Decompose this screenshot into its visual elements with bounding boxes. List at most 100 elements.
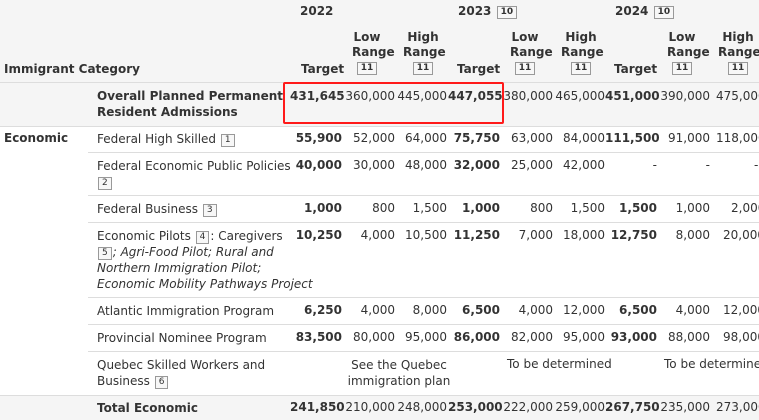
table-cell: 8,000 xyxy=(675,228,710,242)
table-cell: 86,000 xyxy=(453,330,500,344)
high-range-header: High Range 11 xyxy=(561,30,604,75)
table-cell: 12,000 xyxy=(563,303,605,317)
table-cell: 20,000 xyxy=(723,228,759,242)
table-cell: 55,900 xyxy=(295,131,342,145)
footnote-link[interactable]: 5 xyxy=(98,247,112,260)
table-cell: 52,000 xyxy=(353,131,395,145)
footnote-link[interactable]: 11 xyxy=(412,62,434,75)
target-header: Target xyxy=(301,62,345,76)
highlight-box xyxy=(283,82,504,124)
row-divider xyxy=(0,126,759,127)
row-divider xyxy=(88,222,759,223)
footnote-link[interactable]: 6 xyxy=(154,376,169,389)
row-divider xyxy=(88,195,759,196)
row-divider xyxy=(88,297,759,298)
footnote-link[interactable]: 10 xyxy=(496,6,518,19)
row-label: Federal Economic Public Policies 2 xyxy=(97,159,291,190)
table-cell: 253,000 xyxy=(448,400,503,414)
table-cell: 63,000 xyxy=(511,131,553,145)
table-cell: 93,000 xyxy=(610,330,657,344)
table-cell: 380,000 xyxy=(503,89,553,103)
table-cell: - xyxy=(652,158,657,172)
table-cell: 48,000 xyxy=(405,158,447,172)
footnote-link[interactable]: 11 xyxy=(570,62,592,75)
table-cell: 10,250 xyxy=(295,228,342,242)
table-cell: 30,000 xyxy=(353,158,395,172)
table-cell: 111,500 xyxy=(605,131,660,145)
table-cell: 800 xyxy=(372,201,395,215)
total-label: Total Economic xyxy=(97,401,199,415)
table-cell: 4,000 xyxy=(360,303,395,317)
target-header: Target xyxy=(614,62,658,76)
footnote-link[interactable]: 11 xyxy=(514,62,536,75)
table-cell: 222,000 xyxy=(503,400,553,414)
low-range-header: Low Range 11 xyxy=(352,30,395,75)
table-cell: 84,000 xyxy=(563,131,605,145)
table-cell: 1,500 xyxy=(412,201,447,215)
category-economic: Economic xyxy=(4,131,69,145)
table-cell: 2,000 xyxy=(731,201,759,215)
table-cell: 88,000 xyxy=(668,330,710,344)
high-range-header: High Range 11 xyxy=(718,30,759,75)
to-be-determined-2024: To be determined xyxy=(664,357,759,371)
table-cell: 40,000 xyxy=(295,158,342,172)
row-divider xyxy=(0,395,759,396)
quebec-plan-note: See the Quebec immigration plan xyxy=(347,358,451,388)
table-cell: 248,000 xyxy=(397,400,447,414)
table-cell: - xyxy=(754,158,759,172)
footnote-link[interactable]: 10 xyxy=(653,6,675,19)
table-cell: 390,000 xyxy=(660,89,710,103)
table-cell: 475,000 xyxy=(716,89,759,103)
table-cell: 451,000 xyxy=(605,89,660,103)
table-cell: 7,000 xyxy=(518,228,553,242)
table-cell: 1,500 xyxy=(619,201,657,215)
immigrant-category-header: Immigrant Category xyxy=(4,62,141,76)
footnote-link[interactable]: 4 xyxy=(195,231,210,244)
year-2022-header: 2022 xyxy=(300,4,334,18)
footnote-link[interactable]: 1 xyxy=(220,134,235,147)
table-cell: 4,000 xyxy=(360,228,395,242)
table-cell: 210,000 xyxy=(345,400,395,414)
table-cell: 64,000 xyxy=(405,131,447,145)
table-cell: 465,000 xyxy=(555,89,605,103)
table-cell: 42,000 xyxy=(563,158,605,172)
table-cell: 11,250 xyxy=(453,228,500,242)
overall-label: Overall Planned Permanent Resident Admiss… xyxy=(97,89,283,119)
table-cell: 235,000 xyxy=(660,400,710,414)
row-divider xyxy=(88,152,759,153)
year-2024-header: 2024 10 xyxy=(615,4,675,19)
table-cell: 80,000 xyxy=(353,330,395,344)
table-cell: 1,000 xyxy=(675,201,710,215)
footnote-link[interactable]: 11 xyxy=(671,62,693,75)
table-cell: 95,000 xyxy=(405,330,447,344)
row-label: Provincial Nominee Program xyxy=(97,331,267,345)
row-divider xyxy=(88,324,759,325)
table-cell: 75,750 xyxy=(453,131,500,145)
low-range-header: Low Range 11 xyxy=(510,30,553,75)
footnote-link[interactable]: 2 xyxy=(98,177,112,190)
table-cell: 12,750 xyxy=(610,228,657,242)
table-cell: 32,000 xyxy=(453,158,500,172)
table-cell: 118,000 xyxy=(716,131,759,145)
table-cell: 1,000 xyxy=(462,201,500,215)
low-range-header: Low Range 11 xyxy=(667,30,710,75)
footnote-link[interactable]: 11 xyxy=(356,62,378,75)
row-divider xyxy=(88,351,759,352)
row-label: Federal Business 3 xyxy=(97,201,218,217)
table-cell: 91,000 xyxy=(668,131,710,145)
table-cell: 6,500 xyxy=(619,303,657,317)
table-cell: 1,000 xyxy=(304,201,342,215)
table-cell: 83,500 xyxy=(295,330,342,344)
row-label: Atlantic Immigration Program xyxy=(97,304,275,318)
table-cell: 12,000 xyxy=(723,303,759,317)
table-cell: 259,000 xyxy=(555,400,605,414)
row-label: Quebec Skilled Workers and Business 6 xyxy=(97,358,266,389)
table-cell: 4,000 xyxy=(675,303,710,317)
target-header: Target xyxy=(457,62,501,76)
row-label: Economic Pilots 4: Caregivers 5; Agri-Foo… xyxy=(97,229,313,291)
table-cell: 25,000 xyxy=(511,158,553,172)
table-cell: 95,000 xyxy=(563,330,605,344)
table-cell: 10,500 xyxy=(405,228,447,242)
footnote-link[interactable]: 3 xyxy=(202,204,217,217)
footnote-link[interactable]: 11 xyxy=(727,62,749,75)
